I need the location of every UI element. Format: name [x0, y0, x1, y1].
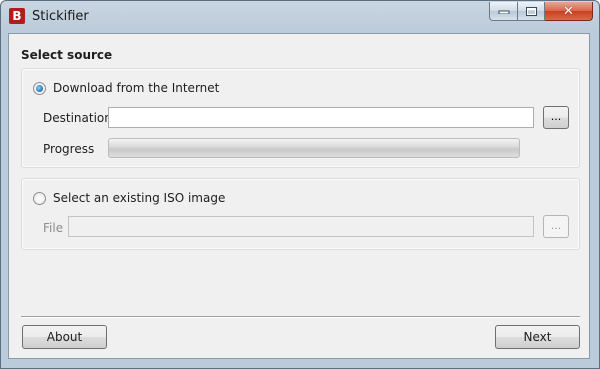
maximize-icon	[525, 6, 537, 16]
download-option[interactable]: Download from the Internet	[33, 81, 219, 95]
file-label: File	[43, 221, 64, 235]
iso-radio[interactable]	[33, 191, 46, 205]
iso-group: Select an existing ISO image File ...	[21, 178, 580, 250]
section-heading: Select source	[21, 48, 113, 62]
progress-label: Progress	[43, 142, 95, 156]
destination-label: Destination	[43, 111, 112, 125]
maximize-button[interactable]	[518, 2, 545, 21]
footer-divider	[21, 316, 580, 318]
next-button[interactable]: Next	[495, 325, 580, 349]
close-icon: ✕	[563, 3, 574, 19]
app-window: B Stickifier ✕ Select source Download fr…	[0, 0, 600, 369]
minimize-button[interactable]	[489, 2, 518, 21]
destination-field[interactable]	[108, 107, 534, 128]
destination-browse-button[interactable]: ...	[543, 106, 569, 129]
caption-buttons: ✕	[489, 2, 593, 22]
iso-file-field[interactable]	[68, 216, 534, 237]
title-bar[interactable]: B Stickifier ✕	[1, 1, 599, 33]
minimize-icon	[498, 10, 509, 14]
download-group: Download from the Internet Destination .…	[21, 68, 580, 168]
window-title: Stickifier	[32, 9, 89, 24]
download-radio[interactable]	[33, 81, 46, 95]
iso-option[interactable]: Select an existing ISO image	[33, 191, 225, 205]
download-radio-label[interactable]: Download from the Internet	[53, 81, 219, 95]
download-progress-bar	[108, 138, 520, 158]
app-logo-icon: B	[9, 8, 25, 24]
close-button[interactable]: ✕	[545, 2, 593, 21]
about-button[interactable]: About	[22, 325, 107, 349]
iso-radio-label[interactable]: Select an existing ISO image	[53, 191, 225, 205]
iso-browse-button[interactable]: ...	[543, 215, 569, 238]
dialog-client-area: Select source Download from the Internet…	[8, 33, 590, 359]
